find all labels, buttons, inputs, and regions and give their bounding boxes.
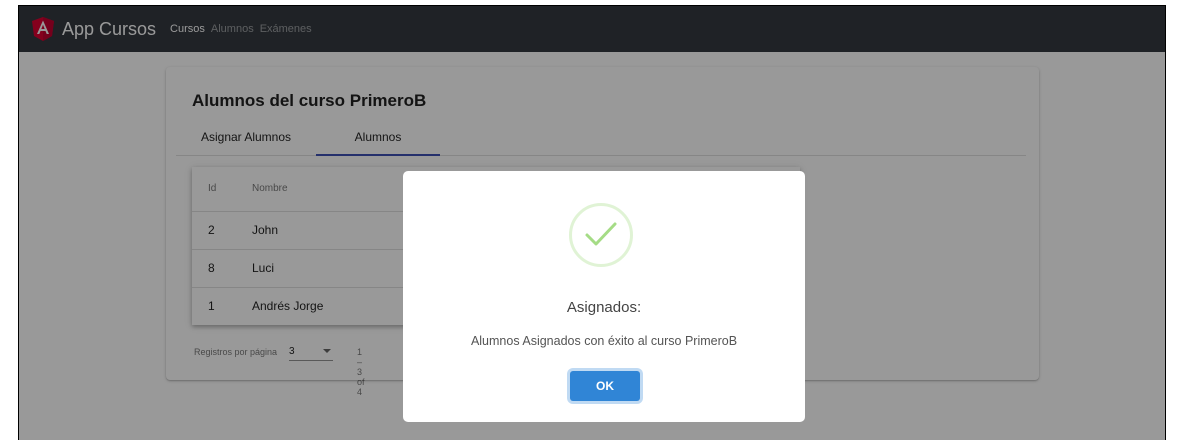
success-check-icon: [569, 203, 633, 267]
browser-viewport: App Cursos Cursos Alumnos Exámenes Alumn…: [18, 5, 1166, 440]
dialog-message: Alumnos Asignados con éxito al curso Pri…: [470, 334, 738, 348]
success-dialog: Asignados: Alumnos Asignados con éxito a…: [403, 171, 805, 422]
dialog-title: Asignados:: [566, 299, 642, 316]
ok-button[interactable]: OK: [570, 371, 640, 401]
